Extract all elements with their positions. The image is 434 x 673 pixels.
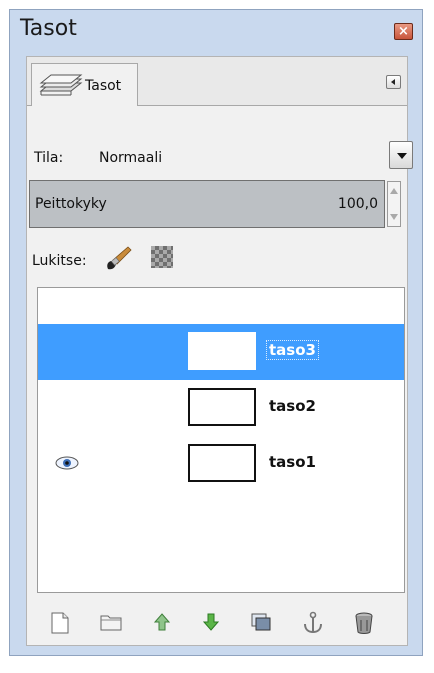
new-layer-group-icon[interactable]: [99, 611, 125, 637]
mode-select[interactable]: Normaali: [99, 150, 162, 166]
layer-row[interactable]: taso2: [38, 380, 404, 436]
anchor-layer-icon[interactable]: [301, 611, 327, 637]
window-title: Tasot: [20, 16, 77, 41]
tab-label: Tasot: [85, 78, 122, 94]
duplicate-layer-icon[interactable]: [249, 611, 275, 637]
layers-toolbar: [37, 607, 405, 639]
spin-down-icon[interactable]: [390, 214, 398, 220]
new-layer-icon[interactable]: [49, 611, 75, 637]
title-bar[interactable]: Tasot ×: [10, 10, 422, 48]
tab-menu-button[interactable]: [386, 75, 401, 89]
opacity-value[interactable]: 100,0: [338, 196, 378, 212]
raise-layer-icon[interactable]: [151, 611, 177, 637]
tab-strip: Tasot: [27, 57, 407, 106]
mode-label: Tila:: [34, 150, 64, 166]
opacity-spinner[interactable]: [387, 181, 401, 227]
layer-name[interactable]: taso3: [266, 340, 319, 360]
opacity-slider[interactable]: Peittokyky 100,0: [29, 180, 385, 228]
layer-name[interactable]: taso2: [269, 397, 316, 415]
mode-dropdown-button[interactable]: [389, 141, 413, 169]
layer-row[interactable]: taso3: [38, 324, 404, 380]
layer-thumbnail[interactable]: [188, 332, 256, 370]
layer-thumbnail[interactable]: [188, 444, 256, 482]
eye-icon[interactable]: [54, 455, 80, 475]
close-button[interactable]: ×: [394, 23, 413, 40]
layer-row[interactable]: taso1: [38, 436, 404, 492]
layers-list: taso3 taso2 taso1: [37, 287, 405, 593]
lock-label: Lukitse:: [32, 253, 87, 269]
layers-icon: [37, 73, 83, 103]
delete-layer-icon[interactable]: [353, 611, 379, 637]
opacity-label: Peittokyky: [35, 196, 107, 212]
layers-dialog: Tasot Tila: Normaali Peittokyky 100,0 Lu…: [26, 56, 413, 646]
layers-window: Tasot × Tasot Tila: Normaali Peittokyky …: [9, 9, 423, 656]
lock-alpha-icon[interactable]: [151, 246, 173, 268]
layer-thumbnail[interactable]: [188, 388, 256, 426]
close-icon: ×: [398, 24, 409, 39]
tab-layers[interactable]: Tasot: [31, 63, 138, 106]
lower-layer-icon[interactable]: [200, 611, 226, 637]
lock-pixels-icon[interactable]: [104, 245, 134, 275]
spin-up-icon[interactable]: [390, 188, 398, 194]
layer-name[interactable]: taso1: [269, 453, 316, 471]
